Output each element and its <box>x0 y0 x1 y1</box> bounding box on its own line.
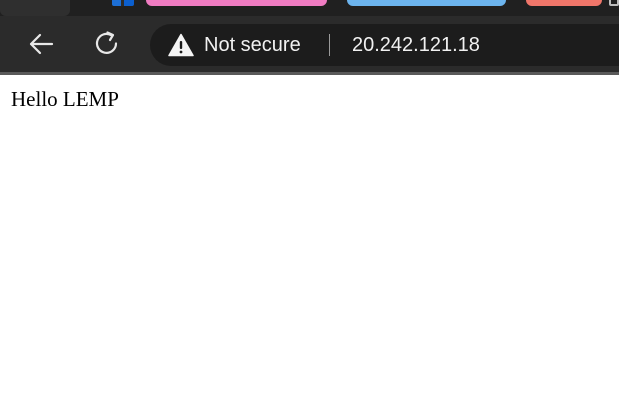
favicon-icon <box>112 0 134 6</box>
tab-overflow-icon[interactable] <box>609 0 619 6</box>
warning-triangle-icon <box>168 32 194 58</box>
browser-window: Not secure 20.242.121.18 Hello LEMP <box>0 0 619 406</box>
active-tab[interactable] <box>0 0 70 16</box>
security-status-label: Not secure <box>204 33 301 56</box>
arrow-left-icon <box>29 33 54 55</box>
tab-group-blue[interactable] <box>347 0 506 6</box>
browser-toolbar: Not secure 20.242.121.18 <box>0 16 619 72</box>
page-body-text: Hello LEMP <box>11 87 119 111</box>
address-bar[interactable]: Not secure 20.242.121.18 <box>150 24 619 66</box>
tab-group-red[interactable] <box>526 0 602 6</box>
address-divider <box>329 34 330 56</box>
page-content: Hello LEMP <box>0 75 619 406</box>
reload-button[interactable] <box>91 28 123 60</box>
site-info-button[interactable]: Not secure <box>168 24 301 66</box>
tab-group-pink[interactable] <box>146 0 327 6</box>
tab-strip <box>0 0 619 16</box>
reload-icon <box>95 31 118 54</box>
url-text[interactable]: 20.242.121.18 <box>352 24 480 66</box>
back-button[interactable] <box>25 28 57 60</box>
